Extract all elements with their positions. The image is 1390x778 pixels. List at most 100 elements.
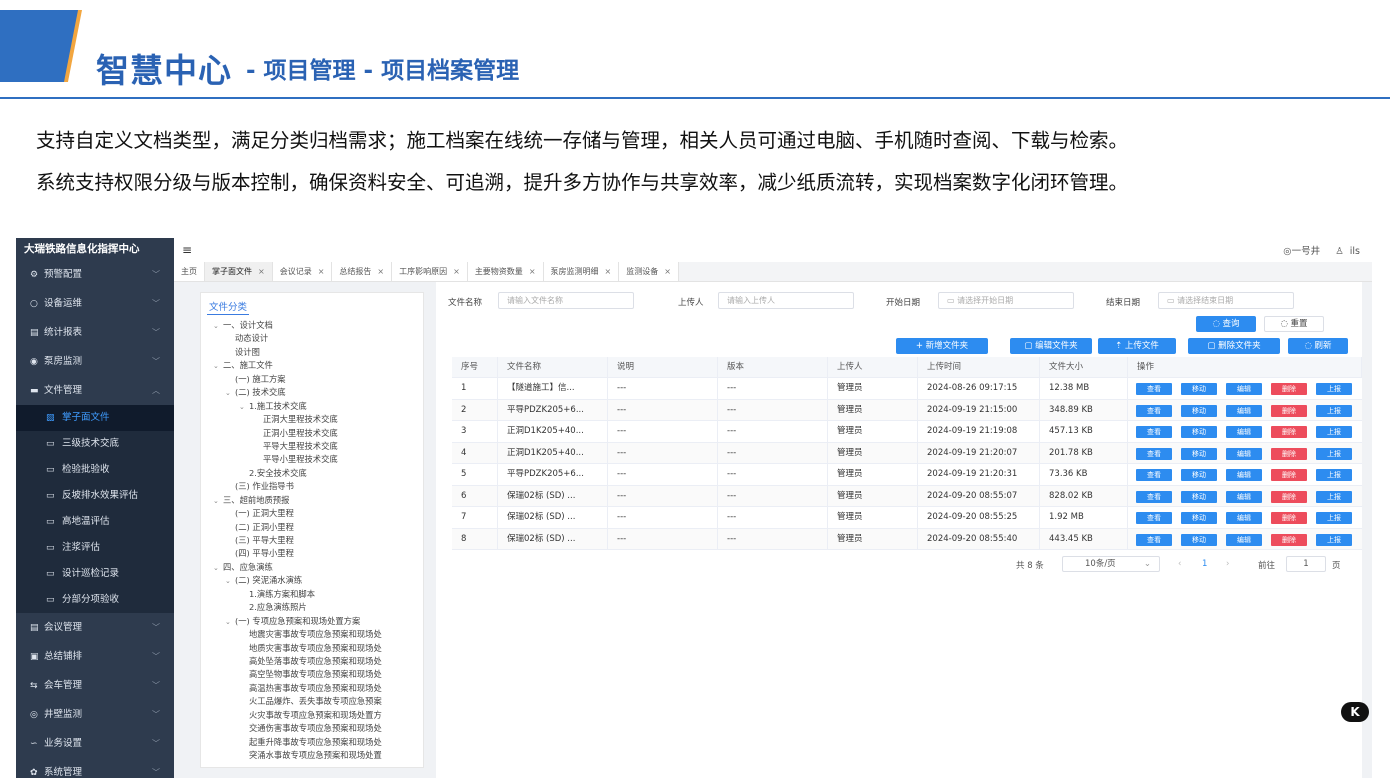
edit-button[interactable]: 编辑: [1226, 533, 1262, 546]
user-icon[interactable]: ♙: [1335, 246, 1344, 257]
move-button[interactable]: 移动: [1181, 512, 1217, 524]
tree-node[interactable]: 高空坠物事故专项应急预案和现场处: [201, 668, 423, 681]
view-button[interactable]: 查看: [1136, 490, 1172, 503]
current-page[interactable]: 1: [1202, 559, 1207, 569]
menu-toggle-icon[interactable]: ≡: [182, 243, 192, 257]
tree-node[interactable]: 地震灾害事故专项应急预案和现场处: [201, 628, 423, 641]
sidebar-subitem[interactable]: ▭ 三级技术交底: [16, 431, 174, 457]
page-size-select[interactable]: 10条/页 ⌄: [1062, 556, 1160, 572]
edit-button[interactable]: 编辑: [1226, 512, 1262, 524]
view-button[interactable]: 查看: [1136, 512, 1172, 524]
refresh-button[interactable]: ◌ 刷新: [1288, 338, 1348, 354]
close-icon[interactable]: ×: [605, 267, 612, 276]
move-button[interactable]: 移动: [1181, 426, 1217, 438]
sidebar-item[interactable]: ⚙ 预警配置 ﹀: [16, 260, 174, 289]
sidebar-item[interactable]: ∽ 业务设置 ﹀: [16, 729, 174, 758]
tree-node[interactable]: ⌄ 三、超前地质预报: [201, 494, 423, 508]
uploader-input[interactable]: 请输入上传人: [718, 292, 854, 309]
caret-icon[interactable]: ⌄: [225, 387, 235, 400]
tree-node[interactable]: (一) 施工方案: [201, 373, 423, 386]
tree-node[interactable]: 交通伤害事故专项应急预案和现场处: [201, 722, 423, 735]
caret-icon[interactable]: ⌄: [225, 616, 235, 629]
delete-button[interactable]: 删除: [1271, 533, 1307, 546]
move-button[interactable]: 移动: [1181, 404, 1217, 417]
sidebar-item[interactable]: ◉ 泵房监测 ﹀: [16, 347, 174, 376]
report-button[interactable]: 上报: [1316, 533, 1352, 546]
sidebar-subitem[interactable]: ▭ 分部分项验收: [16, 587, 174, 613]
sidebar-subitem[interactable]: ▭ 注浆评估: [16, 535, 174, 561]
tree-node[interactable]: 正洞小里程技术交底: [201, 427, 423, 440]
edit-button[interactable]: 编辑: [1226, 383, 1262, 395]
tab[interactable]: 主要物资数量 ×: [467, 262, 544, 281]
tree-node[interactable]: (三) 作业指导书: [201, 480, 423, 493]
report-button[interactable]: 上报: [1316, 512, 1352, 524]
edit-folder-button[interactable]: ▢ 编辑文件夹: [1010, 338, 1092, 354]
tree-node[interactable]: 高处坠落事故专项应急预案和现场处: [201, 655, 423, 668]
next-page-icon[interactable]: ›: [1226, 559, 1229, 569]
edit-button[interactable]: 编辑: [1226, 469, 1262, 481]
tree-node[interactable]: 正洞大里程技术交底: [201, 413, 423, 426]
report-button[interactable]: 上报: [1316, 469, 1352, 481]
delete-button[interactable]: 删除: [1271, 447, 1307, 460]
move-button[interactable]: 移动: [1181, 447, 1217, 460]
sidebar-item[interactable]: ⇆ 会车管理 ﹀: [16, 671, 174, 700]
sidebar-subitem[interactable]: ▭ 设计巡检记录: [16, 561, 174, 587]
move-button[interactable]: 移动: [1181, 490, 1217, 503]
sidebar-item[interactable]: ✿ 系统管理 ﹀: [16, 758, 174, 778]
caret-icon[interactable]: ⌄: [213, 320, 223, 333]
tree-node[interactable]: ⌄ 1.施工技术交底: [201, 400, 423, 414]
view-button[interactable]: 查看: [1136, 469, 1172, 481]
view-button[interactable]: 查看: [1136, 404, 1172, 417]
report-button[interactable]: 上报: [1316, 404, 1352, 417]
move-button[interactable]: 移动: [1181, 533, 1217, 546]
tree-node[interactable]: 1.演练方案和脚本: [201, 588, 423, 601]
reset-button[interactable]: ◌ 重置: [1264, 316, 1324, 332]
view-button[interactable]: 查看: [1136, 447, 1172, 460]
tree-node[interactable]: 平导大里程技术交底: [201, 440, 423, 453]
view-button[interactable]: 查看: [1136, 533, 1172, 546]
end-date-picker[interactable]: ▭ 请选择结束日期: [1158, 292, 1294, 309]
tree-node[interactable]: (三) 平导大里程: [201, 534, 423, 547]
tab[interactable]: 会议记录 ×: [272, 262, 333, 281]
tree-node[interactable]: 平导小里程技术交底: [201, 453, 423, 466]
move-button[interactable]: 移动: [1181, 469, 1217, 481]
tree-node[interactable]: (四) 平导小里程: [201, 547, 423, 560]
edit-button[interactable]: 编辑: [1226, 404, 1262, 417]
caret-icon[interactable]: ⌄: [239, 401, 249, 414]
report-button[interactable]: 上报: [1316, 447, 1352, 460]
tree-node[interactable]: 地质灾害事故专项应急预案和现场处: [201, 642, 423, 655]
tree-node[interactable]: 设计图: [201, 346, 423, 359]
tab[interactable]: 掌子面文件 ×: [205, 262, 273, 281]
prev-page-icon[interactable]: ‹: [1178, 559, 1181, 569]
new-folder-button[interactable]: + 新增文件夹: [896, 338, 988, 354]
edit-button[interactable]: 编辑: [1226, 447, 1262, 460]
tree-node[interactable]: 火灾事故专项应急预案和现场处置方: [201, 709, 423, 722]
view-button[interactable]: 查看: [1136, 383, 1172, 395]
delete-button[interactable]: 删除: [1271, 426, 1307, 438]
tree-node[interactable]: ⌄ (一) 专项应急预案和现场处置方案: [201, 615, 423, 629]
file-name-input[interactable]: 请输入文件名称: [498, 292, 634, 309]
upload-file-button[interactable]: ⇡ 上传文件: [1098, 338, 1176, 354]
tab[interactable]: 主页: [174, 262, 205, 281]
move-button[interactable]: 移动: [1181, 383, 1217, 395]
tree-node[interactable]: ⌄ 四、应急演练: [201, 561, 423, 574]
delete-button[interactable]: 删除: [1271, 512, 1307, 524]
tree-node[interactable]: (一) 正洞大里程: [201, 507, 423, 520]
caret-icon[interactable]: ⌄: [213, 495, 223, 508]
edit-button[interactable]: 编辑: [1226, 426, 1262, 438]
sidebar-item[interactable]: ▣ 总结铺排 ﹀: [16, 642, 174, 671]
delete-button[interactable]: 删除: [1271, 469, 1307, 481]
tree-node[interactable]: 起重升降事故专项应急预案和现场处: [201, 736, 423, 749]
tree-node[interactable]: ⌄ 二、施工文件: [201, 359, 423, 372]
tab[interactable]: 总结报告 ×: [332, 262, 393, 281]
tab[interactable]: 泵房监测明细 ×: [543, 262, 620, 281]
close-icon[interactable]: ×: [318, 267, 325, 276]
tree-node[interactable]: 高温热害事故专项应急预案和现场处: [201, 682, 423, 695]
tree-node[interactable]: 突涌水事故专项应急预案和现场处置: [201, 749, 423, 762]
tab[interactable]: 监测设备 ×: [619, 262, 679, 281]
edit-button[interactable]: 编辑: [1226, 490, 1262, 503]
caret-icon[interactable]: ⌄: [225, 575, 235, 588]
delete-button[interactable]: 删除: [1271, 383, 1307, 395]
close-icon[interactable]: ×: [258, 267, 265, 276]
query-button[interactable]: ◌ 查询: [1196, 316, 1256, 332]
